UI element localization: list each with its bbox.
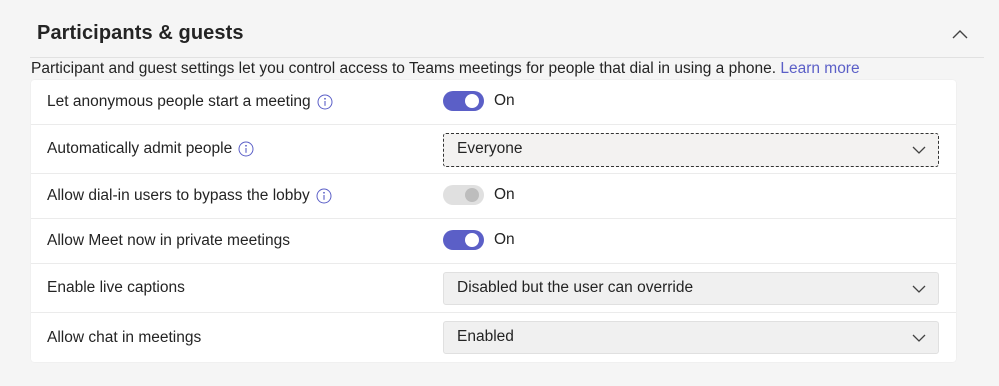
setting-label-row: Allow dial-in users to bypass the lobby: [47, 187, 332, 205]
settings-card: Let anonymous people start a meeting On …: [31, 80, 956, 362]
setting-label-row: Allow Meet now in private meetings: [47, 232, 290, 250]
setting-label: Let anonymous people start a meeting: [47, 93, 311, 110]
info-icon[interactable]: [238, 141, 254, 157]
setting-label-row: Enable live captions: [47, 279, 185, 297]
toggle-group: On: [443, 91, 515, 111]
section-title: Participants & guests: [37, 22, 244, 44]
setting-label: Allow chat in meetings: [47, 329, 202, 346]
chevron-down-icon: [912, 146, 926, 154]
auto-admit-dropdown[interactable]: Everyone: [443, 133, 939, 167]
section-description: Participant and guest settings let you c…: [31, 60, 860, 78]
section-header: Participants & guests: [30, 0, 984, 58]
dropdown-value: Everyone: [457, 140, 523, 157]
info-icon[interactable]: [316, 188, 332, 204]
toggle-state-text: On: [494, 186, 515, 203]
dropdown-value: Disabled but the user can override: [457, 279, 694, 296]
meet-now-toggle[interactable]: [443, 230, 484, 250]
setting-row-meet-now: Allow Meet now in private meetings On: [31, 218, 956, 264]
learn-more-link[interactable]: Learn more: [780, 60, 859, 77]
setting-label-row: Automatically admit people: [47, 140, 254, 158]
setting-row-live-captions: Enable live captions Disabled but the us…: [31, 263, 956, 313]
setting-row-chat: Allow chat in meetings Enabled: [31, 312, 956, 362]
dropdown-value: Enabled: [457, 328, 514, 345]
setting-label: Automatically admit people: [47, 140, 233, 157]
anonymous-start-toggle[interactable]: [443, 91, 484, 111]
toggle-state-text: On: [494, 92, 515, 109]
chevron-up-icon: [952, 30, 968, 39]
chevron-down-icon: [912, 334, 926, 342]
toggle-group: On: [443, 185, 515, 205]
setting-label: Enable live captions: [47, 279, 185, 296]
live-captions-dropdown[interactable]: Disabled but the user can override: [443, 272, 939, 305]
dialin-bypass-toggle: [443, 185, 484, 205]
setting-label-row: Let anonymous people start a meeting: [47, 93, 333, 111]
toggle-state-text: On: [494, 231, 515, 248]
description-text: Participant and guest settings let you c…: [31, 60, 781, 77]
setting-row-auto-admit: Automatically admit people Everyone: [31, 124, 956, 174]
collapse-button[interactable]: [946, 20, 974, 48]
chevron-down-icon: [912, 285, 926, 293]
setting-label-row: Allow chat in meetings: [47, 329, 201, 347]
toggle-group: On: [443, 230, 515, 250]
setting-label: Allow Meet now in private meetings: [47, 232, 290, 249]
info-icon[interactable]: [317, 94, 333, 110]
setting-row-anonymous-start: Let anonymous people start a meeting On: [31, 80, 956, 125]
chat-dropdown[interactable]: Enabled: [443, 321, 939, 354]
setting-label: Allow dial-in users to bypass the lobby: [47, 187, 310, 204]
setting-row-dialin-bypass: Allow dial-in users to bypass the lobby …: [31, 173, 956, 219]
